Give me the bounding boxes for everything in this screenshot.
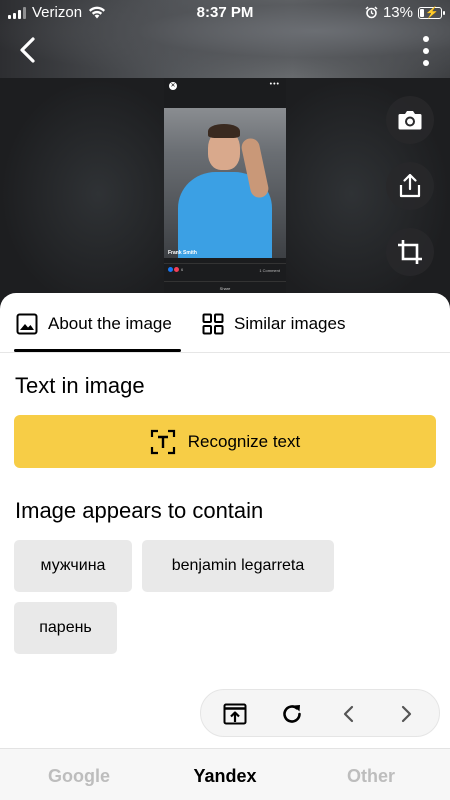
active-tab-indicator	[14, 349, 181, 352]
chevron-left-icon	[20, 37, 35, 63]
back-button[interactable]	[12, 34, 44, 66]
love-icon	[174, 267, 179, 272]
tab-about-the-image[interactable]: About the image	[16, 309, 172, 339]
status-right: 13% ⚡	[365, 4, 445, 21]
tag-label: benjamin legarreta	[171, 557, 305, 574]
recognize-text-label: Recognize text	[187, 431, 301, 451]
searched-image: ✕ ••• Frank Smith 6 1 Comment Share	[164, 78, 286, 295]
image-icon	[16, 313, 38, 335]
preview-header: ✕ •••	[164, 78, 286, 108]
preview-comments: 1 Comment	[259, 268, 280, 273]
battery-icon: ⚡	[418, 6, 445, 19]
grid-icon	[202, 313, 224, 335]
forward-nav-button[interactable]	[392, 700, 420, 728]
blurred-background-left	[0, 78, 164, 310]
browser-controls	[200, 689, 440, 737]
reload-button[interactable]	[278, 700, 306, 728]
preview-reactions-count: 6	[181, 267, 184, 272]
text-scan-icon	[150, 429, 175, 454]
preview-more-icon: •••	[269, 81, 280, 88]
preview-photo	[164, 108, 286, 258]
camera-button[interactable]	[386, 96, 434, 144]
alarm-icon	[365, 6, 378, 19]
image-viewer: Verizon 8:37 PM 13% ⚡ ✕ ••• Frank Smith …	[0, 0, 450, 310]
chevron-right-icon	[401, 705, 412, 723]
crop-button[interactable]	[386, 228, 434, 276]
preview-reactions: 6	[168, 267, 183, 272]
tag-chip[interactable]: парень	[14, 602, 117, 654]
tag-label: мужчина	[40, 557, 106, 574]
more-vertical-icon	[423, 36, 429, 42]
crop-icon	[398, 240, 422, 264]
preview-close-icon: ✕	[169, 82, 177, 90]
tab-similar-images[interactable]: Similar images	[202, 309, 345, 339]
preview-name: Frank Smith	[168, 250, 197, 256]
open-in-browser-icon	[223, 703, 247, 725]
battery-percent: 13%	[382, 4, 413, 21]
tab-similar-label: Similar images	[234, 314, 346, 333]
chevron-left-icon	[343, 705, 354, 723]
preview-share: Share	[164, 281, 286, 291]
search-engine-switcher: Google Yandex Other	[0, 748, 450, 800]
tag-chip[interactable]: мужчина	[14, 540, 132, 592]
tab-about-label: About the image	[48, 314, 172, 333]
image-contains-title: Image appears to contain	[15, 498, 264, 523]
status-bar: Verizon 8:37 PM 13% ⚡	[0, 0, 450, 26]
tag-label: парень	[39, 619, 92, 636]
engine-yandex[interactable]: Yandex	[165, 766, 285, 787]
back-nav-button[interactable]	[335, 700, 363, 728]
like-icon	[168, 267, 173, 272]
share-icon	[399, 173, 421, 198]
open-in-browser-button[interactable]	[221, 700, 249, 728]
tab-bar: About the image Similar images	[0, 293, 450, 353]
camera-icon	[398, 111, 422, 130]
recognize-text-button[interactable]: Recognize text	[14, 415, 436, 468]
more-options-button[interactable]	[418, 36, 434, 66]
text-in-image-title: Text in image	[15, 373, 145, 398]
reload-icon	[283, 705, 301, 723]
results-sheet: About the image Similar images Text in i…	[0, 293, 450, 800]
engine-other[interactable]: Other	[311, 766, 431, 787]
share-button[interactable]	[386, 162, 434, 210]
tag-chip[interactable]: benjamin legarreta	[142, 540, 334, 592]
engine-google[interactable]: Google	[19, 766, 139, 787]
